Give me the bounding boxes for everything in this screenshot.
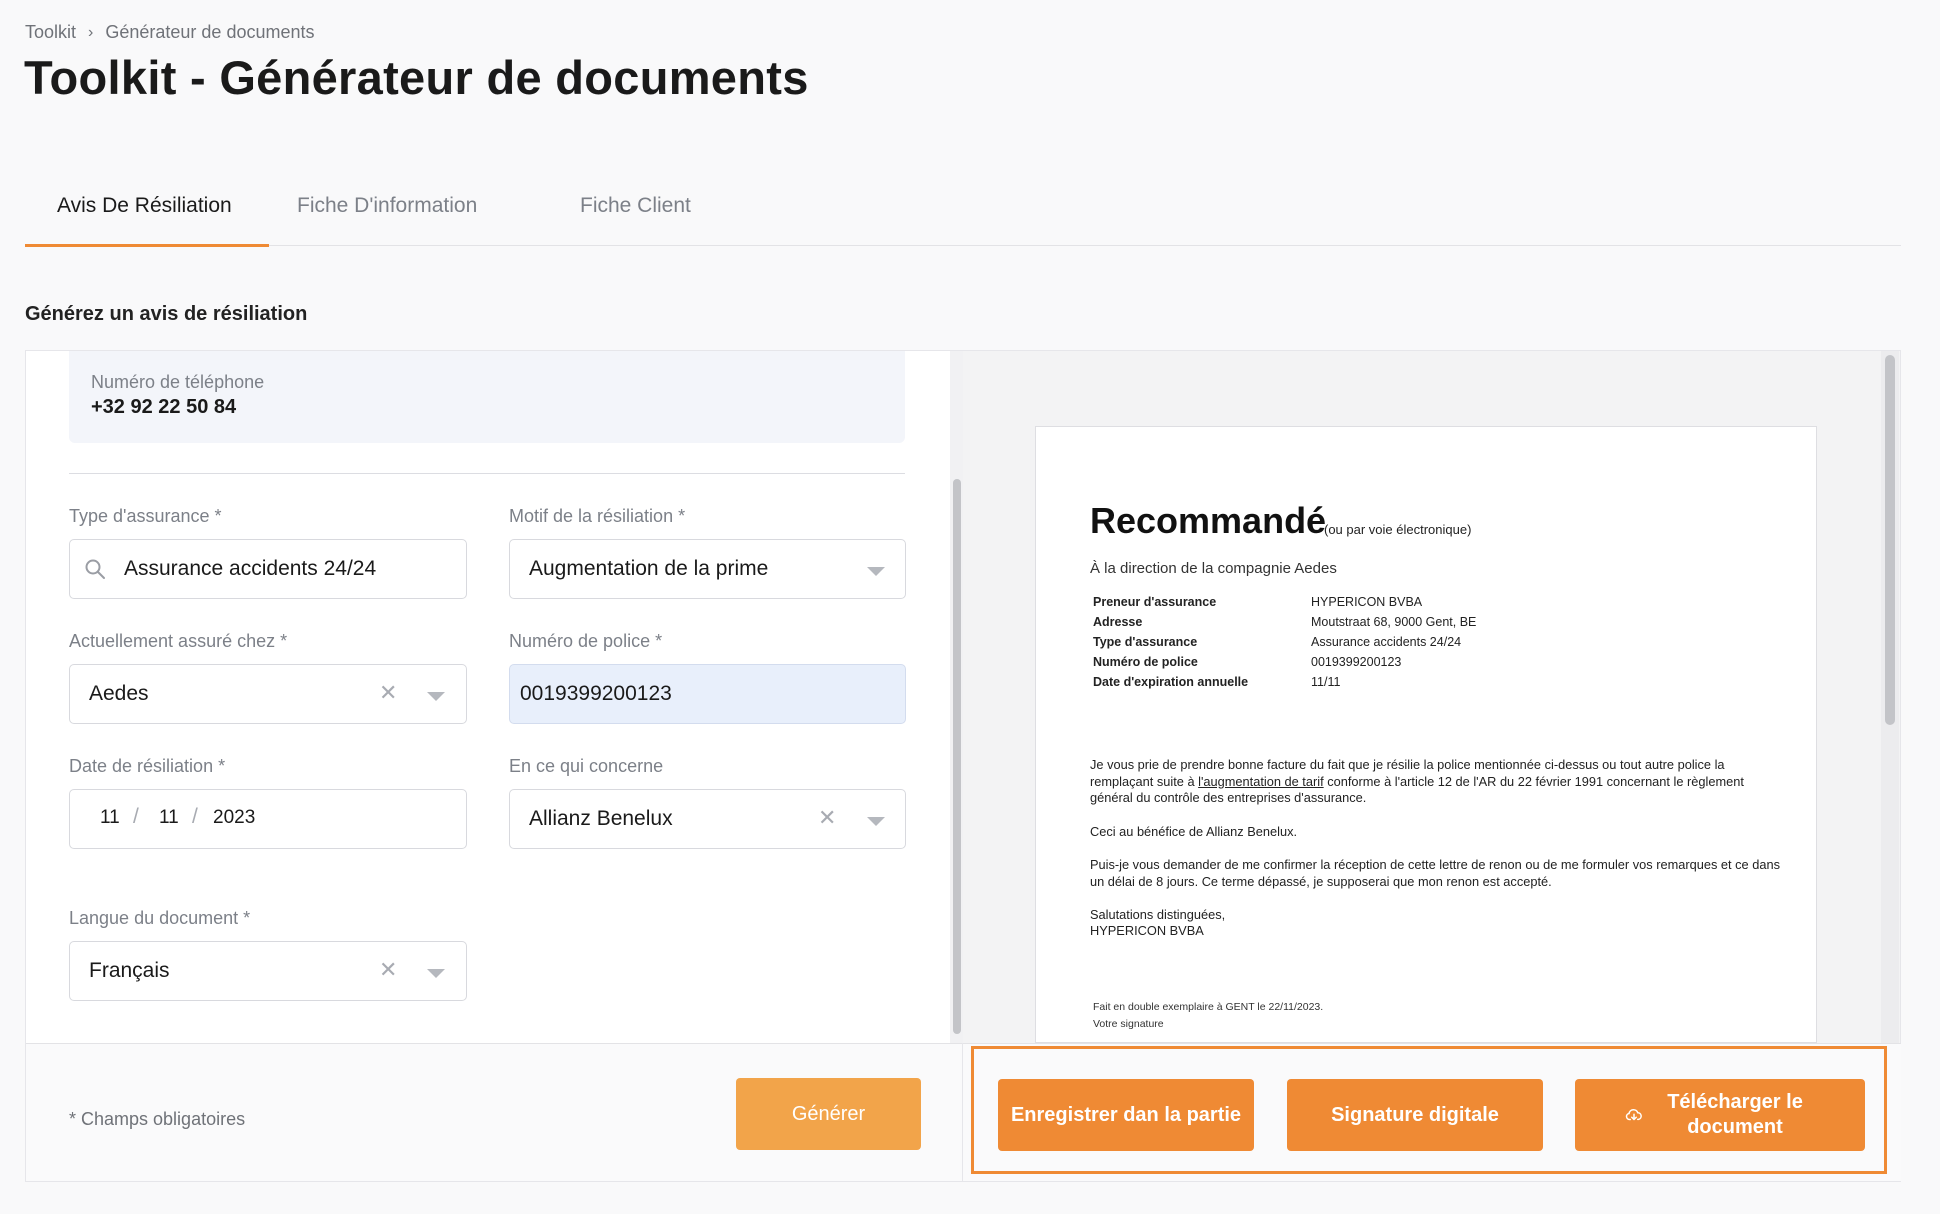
active-tab-indicator [25,244,269,247]
chevron-down-icon[interactable] [427,969,445,978]
table-row: Date d'expiration annuelle 11/11 [1093,675,1476,695]
termination-date-input[interactable]: 11 / 11 / 2023 [69,789,467,849]
reason-select[interactable]: Augmentation de la prime [509,539,906,599]
language-value: Français [89,959,170,982]
termination-date-label: Date de résiliation * [69,756,226,776]
tab-fiche-information[interactable]: Fiche D'information [297,194,477,218]
language-label: Langue du document * [69,908,251,928]
phone-label: Numéro de téléphone [91,372,265,392]
breadcrumb: Toolkit › Générateur de documents [25,22,315,43]
table-value: 0019399200123 [1311,655,1402,669]
document-closing: Salutations distinguées, [1090,907,1226,922]
page-title: Toolkit - Générateur de documents [24,51,809,104]
date-separator: / [133,805,139,828]
policy-number-value: 0019399200123 [520,682,672,705]
table-row: Numéro de police 0019399200123 [1093,655,1476,675]
tariff-increase-link: l'augmentation de tarif [1198,773,1324,789]
breadcrumb-root[interactable]: Toolkit [25,22,76,43]
document-title: Recommandé [1090,500,1327,541]
policy-number-label: Numéro de police * [509,631,663,651]
tab-fiche-client[interactable]: Fiche Client [580,194,691,218]
cloud-download-icon [1625,1108,1642,1121]
form-scrollbar-thumb[interactable] [953,479,961,1034]
reason-label: Motif de la résiliation * [509,506,686,526]
breadcrumb-current: Générateur de documents [105,22,315,42]
policy-number-input[interactable]: 0019399200123 [509,664,906,724]
concerning-select[interactable]: Allianz Benelux ✕ [509,789,906,849]
close-icon[interactable]: ✕ [379,959,397,981]
current-insurer-select[interactable]: Aedes ✕ [69,664,467,724]
chevron-down-icon[interactable] [427,692,445,701]
table-row: Preneur d'assurance HYPERICON BVBA [1093,595,1476,615]
table-row: Type d'assurance Assurance accidents 24/2… [1093,635,1476,655]
required-fields-note: * Champs obligatoires [69,1109,246,1129]
chevron-down-icon[interactable] [867,817,885,826]
table-key: Type d'assurance [1093,635,1198,649]
preview-scrollbar-thumb[interactable] [1885,355,1895,725]
table-value: 11/11 [1311,675,1341,689]
phone-value: +32 92 22 50 84 [91,396,237,418]
date-year[interactable]: 2023 [213,807,255,829]
form-panel: Numéro de téléphone +32 92 22 50 84 Type… [25,350,964,1182]
download-document-button[interactable]: Télécharger le document [1575,1079,1865,1151]
insurance-type-label: Type d'assurance * [69,506,222,526]
preview-panel: Recommandé (ou par voie électronique) À … [963,350,1901,1182]
document-details-table: Preneur d'assurance HYPERICON BVBA Adress… [1093,595,1476,695]
tab-avis-de-resiliation[interactable]: Avis De Résiliation [57,194,232,218]
date-month[interactable]: 11 [159,807,179,829]
document-preview: Recommandé (ou par voie électronique) À … [1035,426,1817,1043]
table-value: Moutstraat 68, 9000 Gent, BE [1311,615,1477,629]
section-title: Générez un avis de résiliation [25,303,308,325]
reason-value: Augmentation de la prime [529,557,769,580]
table-key: Date d'expiration annuelle [1093,675,1249,689]
document-paragraph: Puis-je vous demander de me confirmer la… [1090,857,1780,889]
tab-bar: Avis De Résiliation Fiche D'information … [25,180,1901,247]
document-paragraph: Je vous prie de prendre bonne facture du… [1090,757,1790,807]
insurance-type-search-input[interactable]: Assurance accidents 24/24 [69,539,467,599]
phone-summary: Numéro de téléphone +32 92 22 50 84 [69,351,905,443]
table-value: Assurance accidents 24/24 [1311,635,1462,649]
date-separator: / [192,805,198,828]
insurance-type-value: Assurance accidents 24/24 [124,557,377,580]
chevron-down-icon[interactable] [867,567,885,576]
concerning-value: Allianz Benelux [529,807,673,830]
document-actions: Enregistrer dan la partie Signature digi… [963,1043,1901,1181]
document-footer-line: Fait en double exemplaire à GENT le 22/1… [1093,1001,1324,1013]
generate-button[interactable]: Générer [736,1078,921,1150]
table-key: Numéro de police [1093,655,1198,669]
table-row: Adresse Moutstraat 68, 9000 Gent, BE [1093,615,1476,635]
concerning-label: En ce qui concerne [509,756,664,776]
form-footer: * Champs obligatoires Générer [26,1043,962,1181]
document-subtitle: (ou par voie électronique) [1324,522,1472,537]
digital-signature-button[interactable]: Signature digitale [1287,1079,1543,1151]
document-signer: HYPERICON BVBA [1090,923,1204,938]
breadcrumb-separator-icon: › [88,23,94,41]
table-value: HYPERICON BVBA [1311,595,1423,609]
document-paragraph: Ceci au bénéfice de Allianz Benelux. [1090,824,1298,839]
document-recipient: À la direction de la compagnie Aedes [1090,560,1337,577]
search-icon [85,559,105,579]
table-key: Adresse [1093,615,1143,629]
divider [69,473,905,474]
document-signature-label: Votre signature [1093,1018,1164,1030]
form-scrollbar[interactable] [950,351,964,1043]
save-to-part-button[interactable]: Enregistrer dan la partie [998,1079,1254,1151]
date-day[interactable]: 11 [100,807,120,829]
current-insurer-value: Aedes [89,682,149,705]
close-icon[interactable]: ✕ [379,682,397,704]
table-key: Preneur d'assurance [1093,595,1217,609]
download-label: Télécharger le document [1667,1091,1803,1138]
preview-scrollbar[interactable] [1881,351,1899,1043]
close-icon[interactable]: ✕ [818,807,836,829]
language-select[interactable]: Français ✕ [69,941,467,1001]
current-insurer-label: Actuellement assuré chez * [69,631,288,651]
